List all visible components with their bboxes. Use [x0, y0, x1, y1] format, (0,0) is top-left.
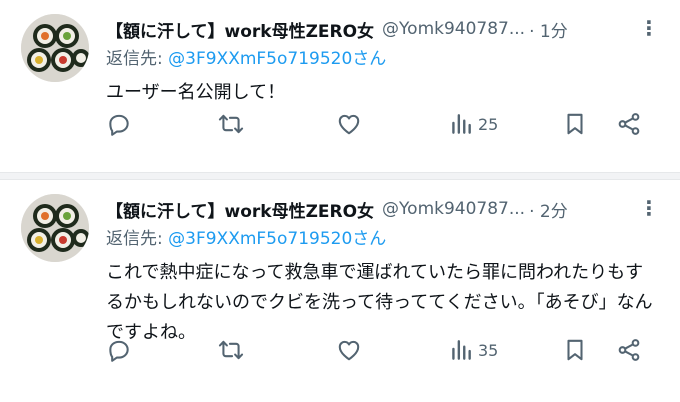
- reply-context: 返信先: @3F9XXmF5o719520さん: [106, 226, 660, 252]
- sushi-roll-avatar-icon: [21, 194, 89, 262]
- reply-mention-link[interactable]: @3F9XXmF5o719520さん: [168, 49, 386, 69]
- tweet-text: これで熱中症になって救急車で運ばれていたら罪に問われたりもするかもしれないのでク…: [106, 262, 653, 343]
- reply-button[interactable]: [106, 337, 132, 363]
- like-icon: [338, 340, 360, 361]
- retweet-icon: [218, 340, 244, 360]
- author-name[interactable]: 【額に汗して】work母性ZERO女: [106, 197, 374, 222]
- retweet-button[interactable]: [218, 111, 244, 137]
- share-button[interactable]: [616, 111, 642, 137]
- author-name[interactable]: 【額に汗して】work母性ZERO女: [106, 17, 374, 42]
- tweet-header: 【額に汗して】work母性ZERO女 @Yomk940787... · 1分: [106, 14, 660, 44]
- reply-icon: [109, 114, 129, 136]
- like-icon: [338, 114, 360, 135]
- author-handle[interactable]: @Yomk940787...: [382, 19, 525, 39]
- timestamp[interactable]: · 2分: [529, 197, 568, 222]
- reply-context: 返信先: @3F9XXmF5o719520さん: [106, 46, 660, 72]
- share-button[interactable]: [616, 337, 642, 363]
- views-button[interactable]: 35: [448, 337, 498, 363]
- bookmark-icon: [567, 339, 583, 361]
- tweet-header: 【額に汗して】work母性ZERO女 @Yomk940787... · 2分: [106, 194, 660, 224]
- bookmark-button[interactable]: [562, 337, 588, 363]
- like-button[interactable]: [336, 337, 362, 363]
- tweet[interactable]: 【額に汗して】work母性ZERO女 @Yomk940787... · 2分 ⋮…: [0, 180, 680, 402]
- views-button[interactable]: 25: [448, 111, 498, 137]
- reply-prefix: 返信先:: [106, 49, 169, 69]
- reply-mention-link[interactable]: @3F9XXmF5o719520さん: [168, 229, 386, 249]
- reply-icon: [109, 340, 129, 362]
- tweet-text: ユーザー名公開して！: [106, 82, 286, 103]
- more-icon[interactable]: ⋮: [639, 196, 660, 220]
- retweet-icon: [218, 114, 244, 134]
- sushi-roll-avatar-icon: [21, 14, 89, 82]
- tweet-divider: [0, 172, 680, 180]
- reply-button[interactable]: [106, 111, 132, 137]
- share-icon: [618, 113, 640, 135]
- views-count: 35: [478, 340, 499, 360]
- views-icon: [452, 340, 471, 360]
- author-handle[interactable]: @Yomk940787...: [382, 199, 525, 219]
- share-icon: [618, 339, 640, 361]
- retweet-button[interactable]: [218, 337, 244, 363]
- timestamp[interactable]: · 1分: [529, 17, 568, 42]
- like-button[interactable]: [336, 111, 362, 137]
- views-count: 25: [478, 114, 499, 134]
- avatar[interactable]: [21, 14, 89, 82]
- avatar[interactable]: [21, 194, 89, 262]
- tweet[interactable]: 【額に汗して】work母性ZERO女 @Yomk940787... · 1分 ⋮…: [0, 0, 680, 172]
- reply-prefix: 返信先:: [106, 229, 169, 249]
- bookmark-icon: [567, 113, 583, 135]
- views-icon: [452, 114, 471, 134]
- bookmark-button[interactable]: [562, 111, 588, 137]
- more-icon[interactable]: ⋮: [639, 16, 660, 40]
